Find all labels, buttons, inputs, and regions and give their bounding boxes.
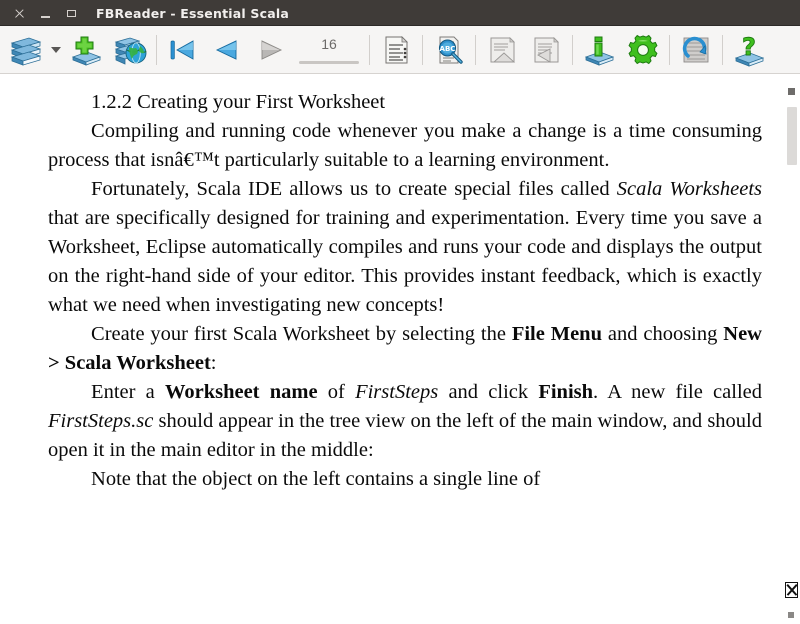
add-book-button[interactable]	[64, 28, 108, 72]
minimize-icon[interactable]	[39, 7, 52, 20]
go-to-start-button[interactable]	[161, 28, 205, 72]
fbreader-window: FBReader - Essential Scala 16 ABC ? 1.2.…	[0, 0, 800, 624]
reader-content: 1.2.2 Creating your First Worksheet Comp…	[0, 74, 800, 624]
book-info-icon	[584, 36, 615, 66]
help-button[interactable]: ?	[727, 28, 771, 72]
paragraph: Compiling and running code whenever you …	[48, 120, 762, 171]
scrollbar-thumb[interactable]	[787, 107, 797, 165]
chevron-down-icon	[51, 46, 61, 53]
title-bar: FBReader - Essential Scala	[0, 0, 800, 26]
rotate-button[interactable]	[674, 28, 718, 72]
section-heading: 1.2.2 Creating your First Worksheet	[91, 91, 386, 113]
toc-button[interactable]	[374, 28, 418, 72]
page-number-input[interactable]	[297, 35, 361, 53]
book-info-button[interactable]	[577, 28, 621, 72]
toolbar-separator	[722, 34, 723, 65]
strong: Worksheet name	[164, 381, 318, 403]
emphasis: Scala Worksheets	[616, 178, 762, 200]
back-button[interactable]	[205, 28, 249, 72]
arrow-right-icon	[261, 39, 283, 60]
rotate-arrow-icon	[682, 36, 709, 62]
toolbar-separator	[156, 34, 157, 65]
book-question-icon: ?	[734, 33, 765, 67]
page-bookmark-left-icon	[490, 36, 516, 62]
svg-text:ABC: ABC	[440, 45, 456, 53]
page-number-field[interactable]	[297, 30, 361, 70]
svg-text:?: ?	[742, 33, 756, 61]
strong: File Menu	[511, 323, 602, 345]
window-controls	[0, 7, 78, 20]
globe-books-icon	[114, 37, 147, 65]
forward-button[interactable]	[249, 28, 293, 72]
toolbar-separator	[572, 34, 573, 65]
emphasis: FirstSteps.sc	[48, 410, 154, 432]
window-title: FBReader - Essential Scala	[96, 5, 289, 21]
abc-magnifier-icon: ABC	[438, 36, 463, 64]
paragraph: Note that the object on the left contain…	[91, 468, 541, 490]
add-bookmark-button[interactable]	[524, 28, 568, 72]
paragraph: Fortunately, Scala IDE allows us to crea…	[48, 178, 762, 316]
library-dropdown[interactable]	[48, 28, 64, 72]
previous-bookmark-button[interactable]	[480, 28, 524, 72]
maximize-icon[interactable]	[65, 7, 78, 20]
page-bookmark-right-icon	[534, 36, 559, 63]
strong: Finish	[538, 381, 594, 403]
toolbar-separator	[669, 34, 670, 65]
emphasis: FirstSteps	[355, 381, 439, 403]
missing-glyph-box-icon	[785, 582, 798, 598]
book-page[interactable]: 1.2.2 Creating your First Worksheet Comp…	[0, 74, 784, 624]
page-slider[interactable]	[299, 61, 359, 64]
arrow-left-icon	[215, 39, 237, 60]
scroll-position-marker	[788, 88, 795, 95]
book-plus-icon	[71, 36, 102, 66]
toolbar-separator	[422, 34, 423, 65]
network-library-button[interactable]	[108, 28, 152, 72]
settings-button[interactable]	[621, 28, 665, 72]
gear-icon	[628, 34, 658, 64]
toolbar-separator	[475, 34, 476, 65]
search-button[interactable]: ABC	[427, 28, 471, 72]
scroll-end-marker	[788, 612, 794, 618]
toolbar: ABC	[0, 26, 800, 74]
paragraph: Create your first Scala Worksheet by sel…	[48, 323, 762, 374]
book-text: 1.2.2 Creating your First Worksheet Comp…	[48, 88, 762, 494]
table-of-contents-icon	[385, 35, 408, 63]
arrow-to-start-icon	[170, 39, 194, 60]
toolbar-separator	[369, 34, 370, 65]
library-button[interactable]	[4, 28, 48, 72]
books-stack-icon	[10, 37, 42, 66]
vertical-scrollbar[interactable]	[784, 74, 800, 624]
close-icon[interactable]	[13, 7, 26, 20]
paragraph: Enter a Worksheet name of FirstSteps and…	[48, 381, 762, 461]
